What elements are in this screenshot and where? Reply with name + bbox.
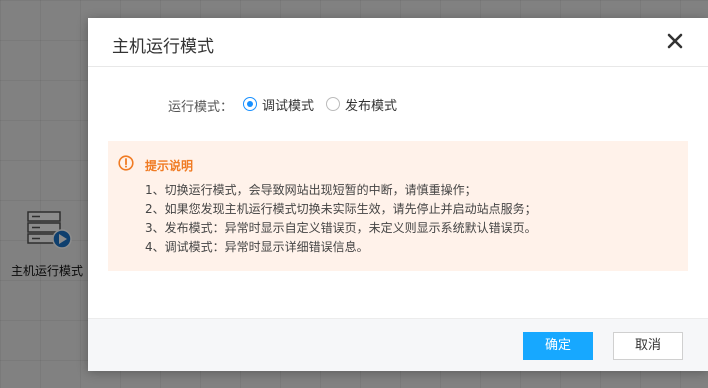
close-icon[interactable] (666, 32, 684, 50)
tips-item: 1、切换运行模式，会导致网站出现短暂的中断，请慎重操作； (145, 183, 477, 197)
tips-item: 2、如果您发现主机运行模式切换未实际生效，请先停止并启动站点服务； (145, 202, 537, 216)
dialog-footer: 确定 取消 (88, 318, 708, 371)
tips-item: 3、发布模式：异常时显示自定义错误页，未定义则显示系统默认错误页。 (145, 221, 537, 235)
dialog-header: 主机运行模式 (88, 18, 708, 67)
tips-panel: 提示说明 1、切换运行模式，会导致网站出现短暂的中断，请慎重操作； 2、如果您发… (108, 141, 688, 271)
warning-circle-icon (118, 155, 134, 171)
radio-debug-mode[interactable]: 调试模式 (243, 94, 314, 114)
run-mode-label: 运行模式： (168, 100, 234, 115)
tips-item: 4、调试模式：异常时显示详细错误信息。 (145, 240, 369, 254)
radio-release-mode[interactable]: 发布模式 (326, 94, 397, 114)
host-mode-dialog: 主机运行模式 运行模式： 调试模式 发布模式 提示说明 1、切换运行模式，会导致… (88, 18, 708, 371)
tips-title: 提示说明 (145, 159, 194, 173)
tips-list: 1、切换运行模式，会导致网站出现短暂的中断，请慎重操作； 2、如果您发现主机运行… (145, 181, 537, 257)
cancel-button[interactable]: 取消 (613, 332, 683, 360)
radio-circle (243, 97, 257, 111)
radio-release-label: 发布模式 (345, 98, 398, 114)
radio-debug-label: 调试模式 (262, 98, 315, 114)
confirm-button[interactable]: 确定 (523, 332, 593, 360)
radio-circle (326, 97, 340, 111)
dialog-title: 主机运行模式 (112, 37, 214, 57)
